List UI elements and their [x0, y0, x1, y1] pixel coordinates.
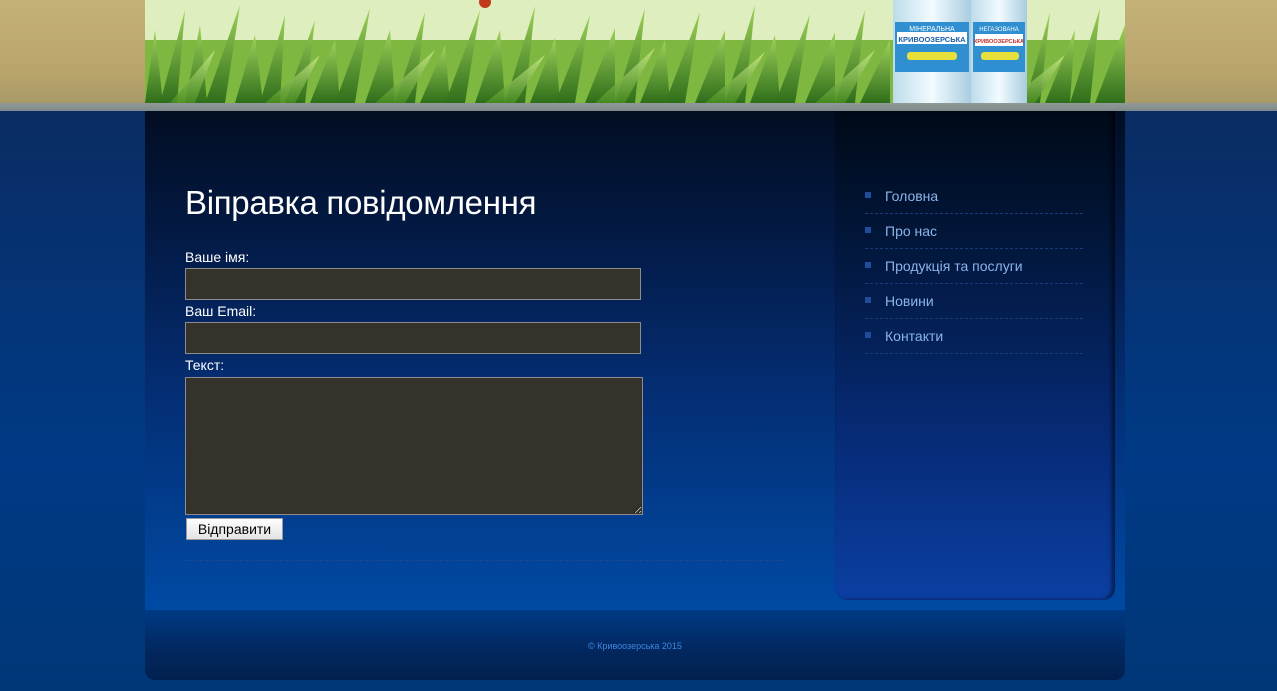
email-input[interactable]	[185, 322, 641, 354]
top-rule	[0, 103, 1277, 111]
bullet-icon	[865, 227, 871, 233]
content-divider	[185, 560, 783, 561]
sidebar-item-label[interactable]: Продукція та послуги	[885, 258, 1023, 274]
email-label: Ваш Email:	[185, 303, 257, 319]
sidebar-item-news[interactable]: Новини	[865, 284, 1083, 319]
sidebar: Головна Про нас Продукція та послуги Нов…	[835, 111, 1115, 600]
sidebar-item-products[interactable]: Продукція та послуги	[865, 249, 1083, 284]
message-textarea[interactable]	[185, 377, 643, 515]
bottle-right-type: НЕГАЗОВАНА	[979, 27, 1018, 33]
bottle-left-type: МІНЕРАЛЬНА	[909, 26, 955, 33]
sidebar-item-label[interactable]: Контакти	[885, 328, 943, 344]
header-banner: МІНЕРАЛЬНА КРИВООЗЕРСЬКА НЕГАЗОВАНА КРИВ…	[145, 0, 1125, 103]
bullet-icon	[865, 262, 871, 268]
page-title: Віправка повідомлення	[185, 184, 537, 221]
bullet-icon	[865, 192, 871, 198]
sidebar-item-label[interactable]: Про нас	[885, 223, 937, 239]
footer: © Кривоозерська 2015	[145, 610, 1125, 680]
bullet-icon	[865, 332, 871, 338]
sidebar-item-about[interactable]: Про нас	[865, 214, 1083, 249]
main-area: Віправка повідомлення Ваше імя: Ваш Emai…	[145, 111, 1125, 610]
water-bottles-image: МІНЕРАЛЬНА КРИВООЗЕРСЬКА НЕГАЗОВАНА КРИВ…	[893, 0, 1028, 103]
sidebar-item-label[interactable]: Новини	[885, 293, 934, 309]
sidebar-item-contacts[interactable]: Контакти	[865, 319, 1083, 354]
sidebar-item-label[interactable]: Головна	[885, 188, 938, 204]
name-input[interactable]	[185, 268, 641, 300]
copyright-text: © Кривоозерська 2015	[588, 641, 682, 651]
name-label: Ваше імя:	[185, 249, 250, 265]
content-column: Віправка повідомлення Ваше імя: Ваш Emai…	[185, 111, 785, 610]
sidebar-item-home[interactable]: Головна	[865, 179, 1083, 214]
bottle-left-brand: КРИВООЗЕРСЬКА	[898, 35, 966, 44]
submit-button[interactable]: Відправити	[186, 518, 283, 540]
sidebar-nav: Головна Про нас Продукція та послуги Нов…	[865, 179, 1083, 354]
bullet-icon	[865, 297, 871, 303]
text-label: Текст:	[185, 357, 225, 373]
bottle-right-brand: КРИВООЗЕРСЬКА	[974, 39, 1024, 45]
